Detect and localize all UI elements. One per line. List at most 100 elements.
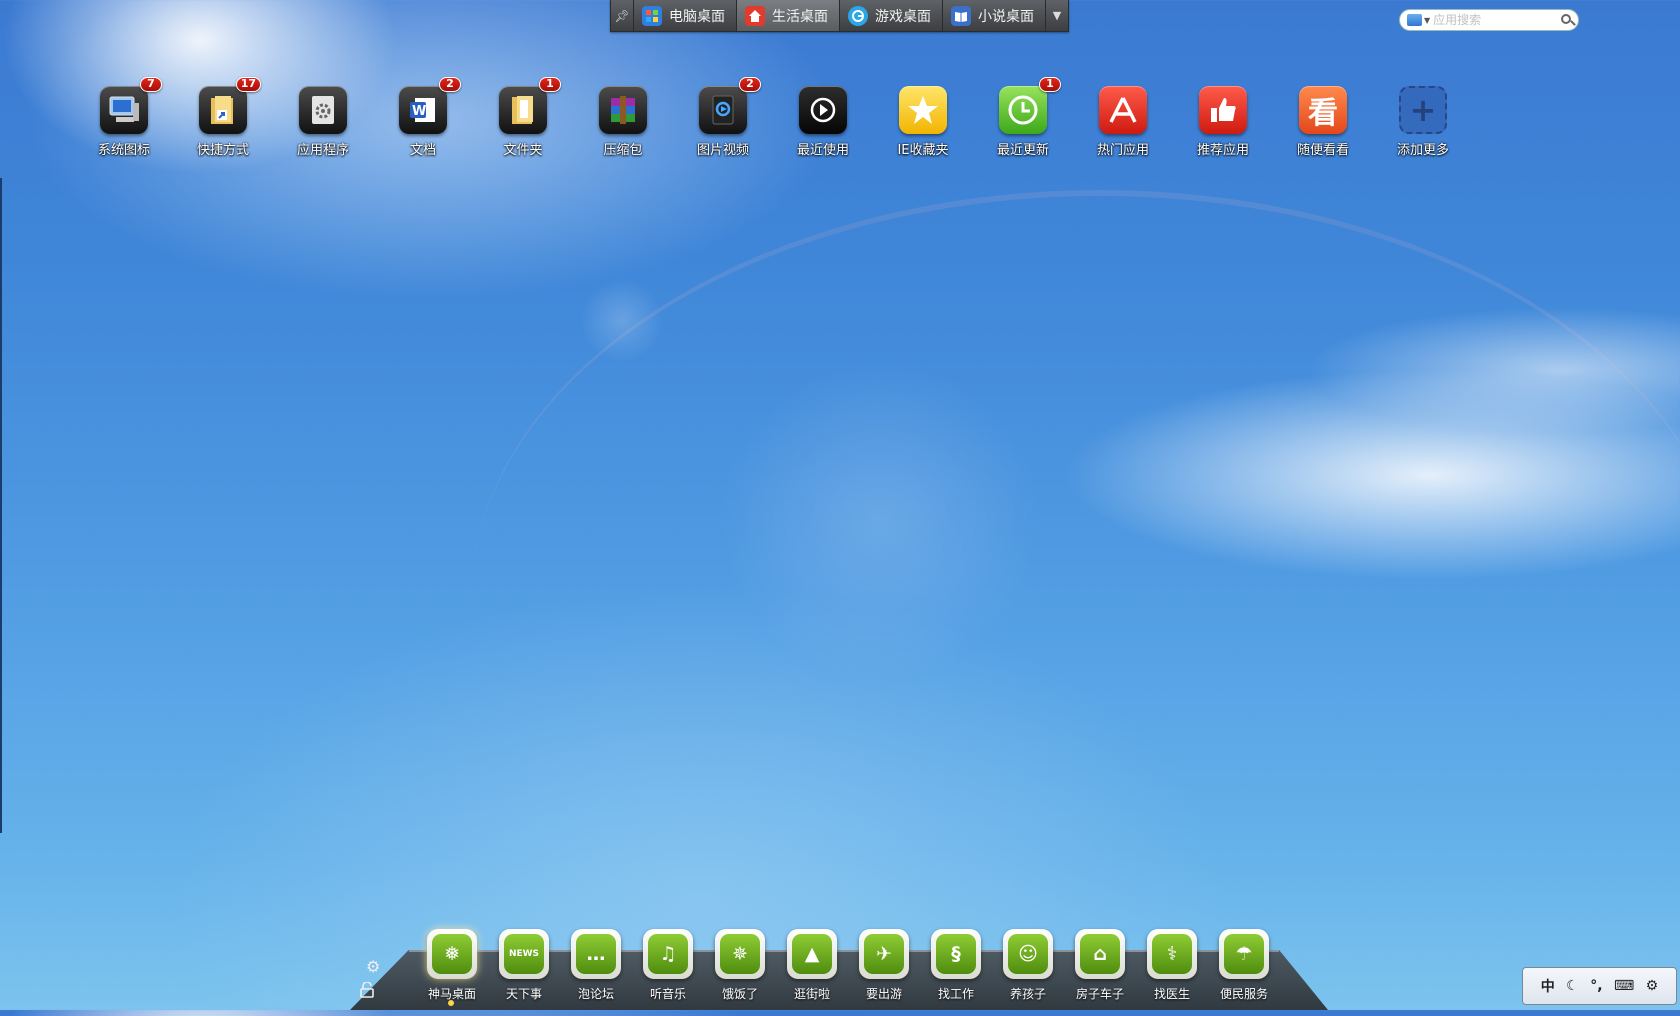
airplane-icon: ✈ <box>859 929 909 979</box>
desktop-icon-ie-favorites[interactable]: IE收藏夹 <box>878 86 968 158</box>
dock-item-jobs[interactable]: § 找工作 <box>920 929 992 1002</box>
windows-icon <box>642 5 662 26</box>
word-document-icon: W 2 <box>399 77 461 134</box>
news-icon: NEWS <box>499 929 549 979</box>
dock-label: 便民服务 <box>1219 987 1268 1001</box>
gear-icon[interactable]: ⚙ <box>366 957 380 976</box>
tab-computer-desktop[interactable]: 电脑桌面 <box>634 0 737 31</box>
ime-mode-toggle[interactable]: 中 <box>1541 976 1555 996</box>
dock-label: 天下事 <box>505 987 542 1001</box>
desktop-icon-recent-updates[interactable]: 1 最近更新 <box>978 77 1068 158</box>
tab-novel-desktop[interactable]: 小说桌面 <box>943 0 1046 31</box>
icon-label: 快捷方式 <box>196 143 249 158</box>
dock-item-music[interactable]: ♫ 听音乐 <box>632 929 704 1002</box>
desktop-icon-recommended[interactable]: 推荐应用 <box>1178 86 1268 158</box>
desktop-icon-add-more[interactable]: + 添加更多 <box>1378 86 1468 158</box>
tab-label: 电脑桌面 <box>669 8 725 25</box>
moon-icon[interactable]: ☾ <box>1566 978 1579 994</box>
dock-item-shenma-desktop[interactable]: ❅ 神马桌面 <box>416 929 488 1002</box>
dock-item-food[interactable]: ✵ 饿饭了 <box>704 929 776 1002</box>
game-icon <box>848 5 868 26</box>
winrar-icon <box>599 86 647 134</box>
dock-item-forum[interactable]: … 泡论坛 <box>560 929 632 1002</box>
ime-toolbar: 中 ☾ °, ⌨ ⚙ <box>1522 967 1677 1005</box>
tab-game-desktop[interactable]: 游戏桌面 <box>840 0 943 31</box>
icon-label: 文档 <box>409 143 436 158</box>
dock-item-services[interactable]: ☂ 便民服务 <box>1208 929 1280 1002</box>
desktop-icon-applications[interactable]: 应用程序 <box>278 86 368 158</box>
dock-label: 泡论坛 <box>577 987 614 1001</box>
application-icon <box>299 86 347 134</box>
desktop-icon-recent[interactable]: 最近使用 <box>778 86 868 158</box>
count-badge: 2 <box>439 77 461 92</box>
count-badge: 1 <box>1039 77 1061 92</box>
count-badge: 1 <box>539 77 561 92</box>
tab-label: 生活桌面 <box>772 8 828 25</box>
thumbs-up-icon <box>1199 86 1247 134</box>
icon-label: 随便看看 <box>1296 143 1349 158</box>
dock-label: 找医生 <box>1153 987 1190 1001</box>
home-icon <box>745 5 765 26</box>
icon-label: 推荐应用 <box>1196 143 1249 158</box>
gear-icon[interactable]: ⚙ <box>1646 978 1659 994</box>
icon-label: 热门应用 <box>1096 143 1149 158</box>
count-badge: 17 <box>235 77 261 92</box>
dock-label: 养孩子 <box>1009 987 1046 1001</box>
icon-label: IE收藏夹 <box>897 143 949 158</box>
dock-label: 饿饭了 <box>721 987 758 1001</box>
desktop-icon-folders[interactable]: 1 文件夹 <box>478 77 568 158</box>
chat-icon: … <box>571 929 621 979</box>
desktop-icon-browse[interactable]: 看 随便看看 <box>1278 86 1368 158</box>
star-icon <box>899 86 947 134</box>
chevron-down-icon[interactable]: ▼ <box>1046 0 1068 31</box>
pin-icon[interactable]: 📌︎ <box>611 0 634 31</box>
search-icon[interactable] <box>1561 14 1571 24</box>
look-icon: 看 <box>1299 86 1347 134</box>
active-indicator <box>448 1000 454 1006</box>
dock-label: 听音乐 <box>649 987 686 1001</box>
tab-label: 小说桌面 <box>978 8 1034 25</box>
desktop-icon-shortcuts[interactable]: 17 快捷方式 <box>178 77 268 158</box>
recent-icon <box>799 86 847 134</box>
dock-item-travel[interactable]: ✈ 要出游 <box>848 929 920 1002</box>
dock-item-shopping[interactable]: ▲ 逛街啦 <box>776 929 848 1002</box>
search-source-icon[interactable] <box>1407 14 1422 26</box>
food-icon: ✵ <box>715 929 765 979</box>
icon-label: 添加更多 <box>1396 143 1449 158</box>
icon-label: 最近更新 <box>996 143 1049 158</box>
ime-punctuation-toggle[interactable]: °, <box>1590 978 1602 994</box>
desktop-icon-documents[interactable]: W 2 文档 <box>378 77 468 158</box>
desktop-icon-popular-apps[interactable]: 热门应用 <box>1078 86 1168 158</box>
tie-icon: § <box>931 929 981 979</box>
house-icon: ⌂ <box>1075 929 1125 979</box>
desktop-icon-archives[interactable]: 压缩包 <box>578 86 668 158</box>
search-input[interactable] <box>1433 13 1552 27</box>
dock-label: 要出游 <box>865 987 902 1001</box>
desktop-icon-system[interactable]: 7 系统图标 <box>79 77 169 158</box>
icon-label: 文件夹 <box>503 143 543 158</box>
dropdown-caret-icon[interactable]: ▼ <box>1424 16 1430 25</box>
tab-life-desktop[interactable]: 生活桌面 <box>737 0 840 31</box>
icon-label: 最近使用 <box>796 143 849 158</box>
umbrella-icon: ☂ <box>1219 929 1269 979</box>
tab-label: 游戏桌面 <box>875 8 931 25</box>
icon-label: 图片视频 <box>696 143 749 158</box>
window-edge <box>0 178 2 833</box>
add-icon: + <box>1399 86 1447 134</box>
desktop-icon-media[interactable]: 2 图片视频 <box>678 77 768 158</box>
media-icon: 2 <box>699 77 761 134</box>
dock-item-parenting[interactable]: ☺ 养孩子 <box>992 929 1064 1002</box>
dock-item-news[interactable]: NEWS 天下事 <box>488 929 560 1002</box>
keyboard-icon[interactable]: ⌨ <box>1614 978 1634 994</box>
dock-item-house-car[interactable]: ⌂ 房子车子 <box>1064 929 1136 1002</box>
app-search-box: ▼ <box>1399 9 1579 31</box>
dress-icon: ▲ <box>787 929 837 979</box>
svg-text:W: W <box>412 104 426 119</box>
unlock-icon[interactable] <box>360 981 374 1002</box>
stethoscope-icon: ⚕ <box>1147 929 1197 979</box>
folder-icon: 1 <box>499 77 561 134</box>
icon-label: 系统图标 <box>97 143 150 158</box>
icon-label: 应用程序 <box>296 143 349 158</box>
dock-item-doctor[interactable]: ⚕ 找医生 <box>1136 929 1208 1002</box>
icon-label: 压缩包 <box>603 143 643 158</box>
